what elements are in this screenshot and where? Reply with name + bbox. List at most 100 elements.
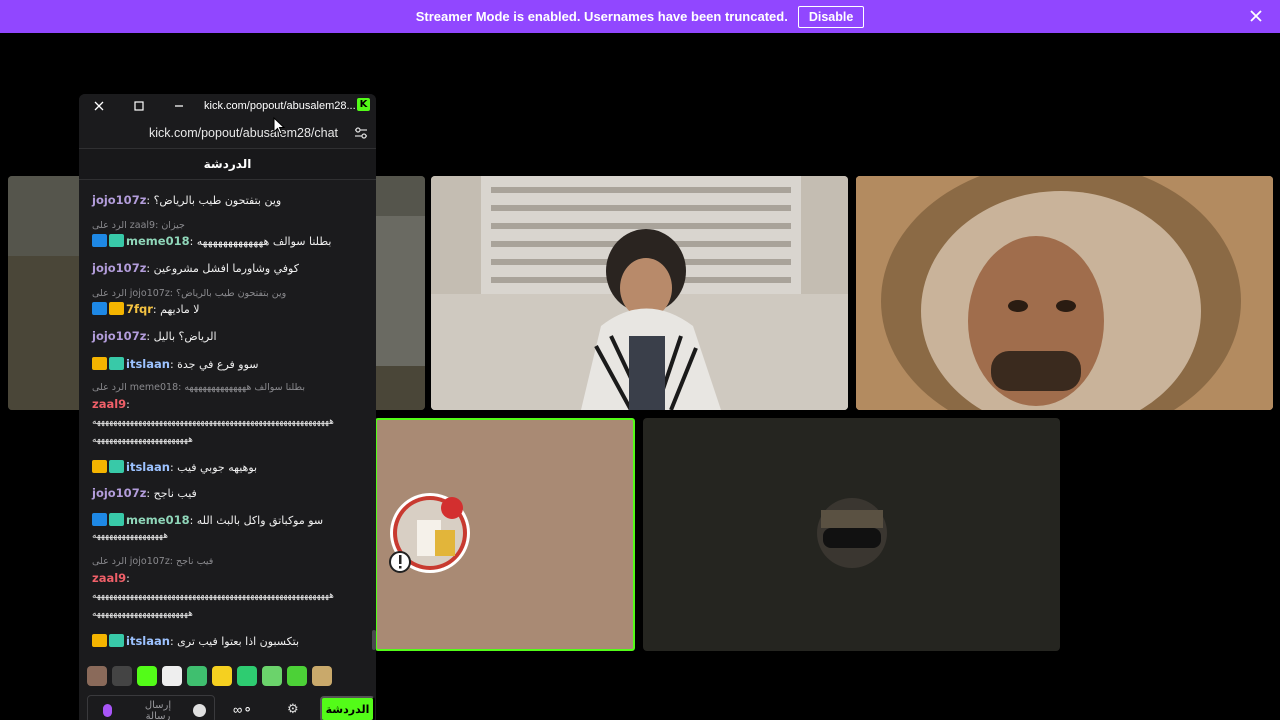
badge-icon [109,357,124,370]
microphone-icon[interactable] [103,704,112,717]
message-text: هههههههههههههههههههههههههههههههههههههههه… [92,590,334,600]
badge-icon [109,234,124,247]
maximize-window-icon[interactable] [119,94,159,118]
message-text: وين بتفتحون طيب بالرياض؟ [153,194,282,207]
emote-icon[interactable] [212,666,232,686]
video-tile-center[interactable] [431,176,848,410]
chat-input-row: إرسال رسالة ∞⚬ ⚙ الدردشة [87,694,375,720]
chat-message: zaal9: [92,397,130,412]
message-text: بتكسبون اذا بعتوا فيب ترى [177,635,300,648]
chat-popout-window: kick.com/popout/abusalem28... K kick.com… [79,94,376,720]
screen: Streamer Mode is enabled. Usernames have… [0,0,1280,720]
quick-emote-bar [87,666,332,686]
mouse-cursor-icon [273,117,285,135]
chat-message: itslaan: سوو فرع في جدة [92,357,259,371]
audio-only-tile[interactable] [643,418,1060,651]
chat-message: jojo107z: كوفي وشاورما افشل مشروعين [92,261,299,276]
chat-title: الدردشة [203,157,252,171]
banner-message: Streamer Mode is enabled. Usernames have… [415,9,788,24]
kick-logo-icon: K [357,98,370,111]
chat-message: meme018: بطلنا سوالف هههههههههههههه [92,234,331,248]
message-text: هههههههههههههههههه [92,530,168,540]
message-text: فيب ناجح [153,487,197,500]
window-titlebar: kick.com/popout/abusalem28... K [79,94,376,118]
crown-badge-icon [92,357,107,370]
username[interactable]: meme018 [126,513,190,527]
badge-icon [109,634,124,647]
badge-icon [92,513,107,526]
badge-icon [109,460,124,473]
badge-icon [92,302,107,315]
message-text: بطلنا سوالف هههههههههههههه [196,235,332,248]
reply-context: الرد على jojo107z: وين بتفتحون طيب بالري… [92,288,287,299]
username[interactable]: meme018 [126,234,190,248]
username[interactable]: itslaan [126,634,170,648]
message-text: الرياض؟ باليل [153,330,217,343]
username[interactable]: zaal9 [92,397,126,411]
badge-icon [109,513,124,526]
chat-message: jojo107z: فيب ناجح [92,486,197,501]
site-settings-icon[interactable] [354,127,368,139]
message-text: هههههههههههههههههههههههههههههههههههههههه… [92,416,334,426]
chat-message-list[interactable]: jojo107z: وين بتفتحون طيب بالرياض؟ الرد … [79,182,376,720]
emote-icon[interactable] [162,666,182,686]
username[interactable]: itslaan [126,357,170,371]
close-icon[interactable] [1248,8,1264,24]
chat-send-button[interactable]: الدردشة [320,696,375,720]
username[interactable]: jojo107z [92,486,146,500]
disable-streamer-mode-button[interactable]: Disable [797,5,865,28]
chat-message: jojo107z: وين بتفتحون طيب بالرياض؟ [92,193,282,208]
chat-scrollbar[interactable] [372,630,376,650]
message-text: كوفي وشاورما افشل مشروعين [153,262,299,275]
gear-icon[interactable]: ⚙ [287,701,299,717]
message-text: لا ماديهم [160,303,200,316]
emote-icon[interactable] [237,666,257,686]
video-feed-center [431,176,848,410]
chat-message: 7fqr: لا ماديهم [92,302,200,316]
video-feed-right [856,176,1273,410]
emote-icon[interactable] [112,666,132,686]
username[interactable]: jojo107z [92,261,146,275]
reply-context: الرد على zaal9: جيزان [92,220,185,231]
chat-input[interactable]: إرسال رسالة [87,695,215,720]
chat-message: meme018: سو موكباتق واكل بالبث الله [92,513,323,527]
reply-context: الرد على jojo107z: فيب ناجح [92,556,214,567]
username[interactable]: zaal9 [92,571,126,585]
emote-icon[interactable] [137,666,157,686]
message-text: بوهيهه جوبي فيب [177,461,258,474]
address-url[interactable]: kick.com/popout/abusalem28/chat [149,126,338,140]
video-tile-right[interactable] [856,176,1273,410]
emote-icon[interactable] [187,666,207,686]
username[interactable]: jojo107z [92,193,146,207]
reply-context: الرد على meme018: بطلنا سوالف هههههههههه… [92,382,305,393]
chat-message: itslaan: بتكسبون اذا بعتوا فيب ترى [92,634,299,648]
emote-icon[interactable] [312,666,332,686]
badge-icon [92,234,107,247]
chat-input-placeholder: إرسال رسالة [144,700,172,720]
crown-badge-icon [109,302,124,315]
message-text: هههههههههههههههههههههههه [92,434,193,444]
crown-badge-icon [92,634,107,647]
chat-message: jojo107z: الرياض؟ باليل [92,329,217,344]
message-text: هههههههههههههههههههههههه [92,608,193,618]
emote-icon[interactable] [262,666,282,686]
emote-icon[interactable] [287,666,307,686]
address-bar: kick.com/popout/abusalem28/chat [79,118,376,148]
message-text: سوو فرع في جدة [177,358,259,371]
message-text: سو موكباتق واكل بالبث الله [196,514,324,527]
username[interactable]: jojo107z [92,329,146,343]
crown-badge-icon [92,460,107,473]
avatar [389,493,470,573]
chat-message: zaal9: [92,571,130,586]
username[interactable]: itslaan [126,460,170,474]
audio-only-tile-active[interactable] [375,418,635,651]
emote-icon[interactable] [87,666,107,686]
infinity-icon[interactable]: ∞⚬ [233,702,253,718]
avatar [817,498,887,568]
close-window-icon[interactable] [79,94,119,118]
chat-header: الدردشة [79,148,376,180]
username[interactable]: 7fqr [126,302,153,316]
emoji-picker-icon[interactable] [193,704,206,717]
chat-message: itslaan: بوهيهه جوبي فيب [92,460,257,474]
minimize-window-icon[interactable] [159,94,199,118]
